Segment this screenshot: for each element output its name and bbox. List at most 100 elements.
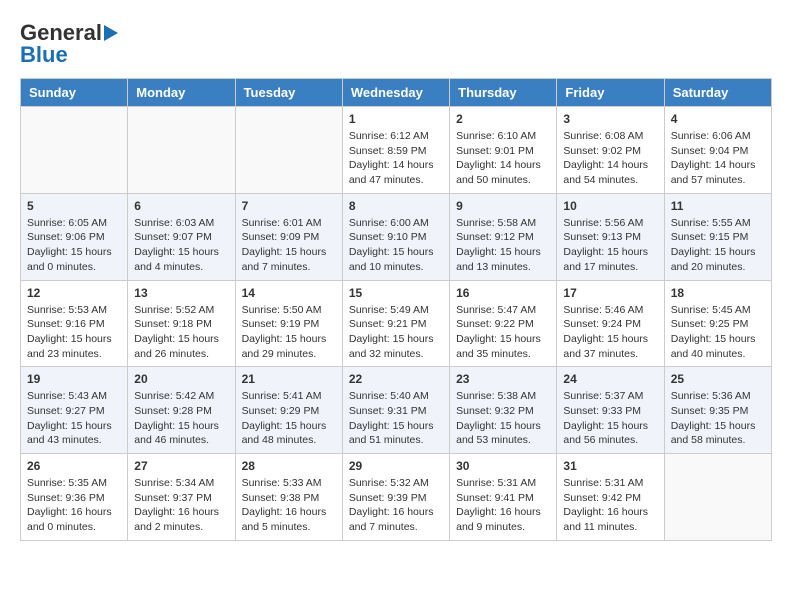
cell-info: Sunrise: 5:43 AM Sunset: 9:27 PM Dayligh… [27,389,121,448]
cell-day-number: 17 [563,286,657,300]
cell-info: Sunrise: 6:12 AM Sunset: 8:59 PM Dayligh… [349,129,443,188]
calendar-cell: 11 Sunrise: 5:55 AM Sunset: 9:15 PM Dayli… [664,193,771,280]
cell-day-number: 5 [27,199,121,213]
calendar-cell: 17 Sunrise: 5:46 AM Sunset: 9:24 PM Dayli… [557,280,664,367]
weekday-header: Thursday [450,79,557,107]
page-header: General Blue [20,20,772,68]
cell-info: Sunrise: 5:49 AM Sunset: 9:21 PM Dayligh… [349,303,443,362]
cell-info: Sunrise: 5:36 AM Sunset: 9:35 PM Dayligh… [671,389,765,448]
cell-day-number: 21 [242,372,336,386]
cell-day-number: 9 [456,199,550,213]
cell-day-number: 23 [456,372,550,386]
cell-info: Sunrise: 5:33 AM Sunset: 9:38 PM Dayligh… [242,476,336,535]
calendar-cell: 7 Sunrise: 6:01 AM Sunset: 9:09 PM Daylig… [235,193,342,280]
cell-day-number: 3 [563,112,657,126]
cell-info: Sunrise: 5:31 AM Sunset: 9:41 PM Dayligh… [456,476,550,535]
cell-day-number: 31 [563,459,657,473]
calendar-week-row: 19 Sunrise: 5:43 AM Sunset: 9:27 PM Dayli… [21,367,772,454]
cell-info: Sunrise: 6:05 AM Sunset: 9:06 PM Dayligh… [27,216,121,275]
cell-info: Sunrise: 5:41 AM Sunset: 9:29 PM Dayligh… [242,389,336,448]
calendar-cell [128,107,235,194]
cell-info: Sunrise: 5:34 AM Sunset: 9:37 PM Dayligh… [134,476,228,535]
cell-info: Sunrise: 6:10 AM Sunset: 9:01 PM Dayligh… [456,129,550,188]
cell-info: Sunrise: 5:31 AM Sunset: 9:42 PM Dayligh… [563,476,657,535]
calendar-cell: 15 Sunrise: 5:49 AM Sunset: 9:21 PM Dayli… [342,280,449,367]
logo-arrow-icon [104,25,118,41]
weekday-header: Monday [128,79,235,107]
calendar-week-row: 5 Sunrise: 6:05 AM Sunset: 9:06 PM Daylig… [21,193,772,280]
calendar-cell: 31 Sunrise: 5:31 AM Sunset: 9:42 PM Dayli… [557,454,664,541]
calendar-cell: 13 Sunrise: 5:52 AM Sunset: 9:18 PM Dayli… [128,280,235,367]
cell-info: Sunrise: 5:32 AM Sunset: 9:39 PM Dayligh… [349,476,443,535]
cell-day-number: 1 [349,112,443,126]
cell-info: Sunrise: 5:37 AM Sunset: 9:33 PM Dayligh… [563,389,657,448]
calendar-cell: 23 Sunrise: 5:38 AM Sunset: 9:32 PM Dayli… [450,367,557,454]
cell-day-number: 22 [349,372,443,386]
cell-info: Sunrise: 5:53 AM Sunset: 9:16 PM Dayligh… [27,303,121,362]
cell-day-number: 13 [134,286,228,300]
calendar-cell: 10Sunrise: 5:56 AM Sunset: 9:13 PM Dayli… [557,193,664,280]
calendar-cell: 4Sunrise: 6:06 AM Sunset: 9:04 PM Daylig… [664,107,771,194]
calendar-cell: 20 Sunrise: 5:42 AM Sunset: 9:28 PM Dayli… [128,367,235,454]
cell-day-number: 26 [27,459,121,473]
weekday-header: Saturday [664,79,771,107]
cell-day-number: 15 [349,286,443,300]
calendar-cell: 26 Sunrise: 5:35 AM Sunset: 9:36 PM Dayli… [21,454,128,541]
logo-blue: Blue [20,42,68,68]
calendar-cell: 6Sunrise: 6:03 AM Sunset: 9:07 PM Daylig… [128,193,235,280]
logo: General Blue [20,20,118,68]
cell-day-number: 19 [27,372,121,386]
cell-info: Sunrise: 6:00 AM Sunset: 9:10 PM Dayligh… [349,216,443,275]
cell-info: Sunrise: 5:35 AM Sunset: 9:36 PM Dayligh… [27,476,121,535]
calendar-cell: 28 Sunrise: 5:33 AM Sunset: 9:38 PM Dayli… [235,454,342,541]
cell-day-number: 8 [349,199,443,213]
cell-day-number: 2 [456,112,550,126]
calendar-cell: 30Sunrise: 5:31 AM Sunset: 9:41 PM Dayli… [450,454,557,541]
cell-info: Sunrise: 5:56 AM Sunset: 9:13 PM Dayligh… [563,216,657,275]
calendar-cell [235,107,342,194]
calendar-cell: 25 Sunrise: 5:36 AM Sunset: 9:35 PM Dayli… [664,367,771,454]
cell-info: Sunrise: 5:58 AM Sunset: 9:12 PM Dayligh… [456,216,550,275]
cell-day-number: 29 [349,459,443,473]
cell-day-number: 20 [134,372,228,386]
weekday-header: Wednesday [342,79,449,107]
calendar-table: SundayMondayTuesdayWednesdayThursdayFrid… [20,78,772,541]
weekday-header: Tuesday [235,79,342,107]
cell-day-number: 28 [242,459,336,473]
weekday-header: Sunday [21,79,128,107]
cell-day-number: 16 [456,286,550,300]
cell-day-number: 14 [242,286,336,300]
cell-info: Sunrise: 5:45 AM Sunset: 9:25 PM Dayligh… [671,303,765,362]
calendar-cell: 24 Sunrise: 5:37 AM Sunset: 9:33 PM Dayli… [557,367,664,454]
cell-info: Sunrise: 5:46 AM Sunset: 9:24 PM Dayligh… [563,303,657,362]
calendar-cell: 29 Sunrise: 5:32 AM Sunset: 9:39 PM Dayli… [342,454,449,541]
cell-day-number: 12 [27,286,121,300]
calendar-cell: 5 Sunrise: 6:05 AM Sunset: 9:06 PM Daylig… [21,193,128,280]
cell-info: Sunrise: 6:01 AM Sunset: 9:09 PM Dayligh… [242,216,336,275]
cell-info: Sunrise: 5:38 AM Sunset: 9:32 PM Dayligh… [456,389,550,448]
cell-info: Sunrise: 5:52 AM Sunset: 9:18 PM Dayligh… [134,303,228,362]
calendar-cell: 18 Sunrise: 5:45 AM Sunset: 9:25 PM Dayli… [664,280,771,367]
calendar-week-row: 1 Sunrise: 6:12 AM Sunset: 8:59 PM Daylig… [21,107,772,194]
calendar-cell: 8 Sunrise: 6:00 AM Sunset: 9:10 PM Daylig… [342,193,449,280]
cell-day-number: 4 [671,112,765,126]
calendar-header-row: SundayMondayTuesdayWednesdayThursdayFrid… [21,79,772,107]
calendar-cell [21,107,128,194]
calendar-cell: 3 Sunrise: 6:08 AM Sunset: 9:02 PM Daylig… [557,107,664,194]
calendar-cell: 21 Sunrise: 5:41 AM Sunset: 9:29 PM Dayli… [235,367,342,454]
cell-info: Sunrise: 5:42 AM Sunset: 9:28 PM Dayligh… [134,389,228,448]
cell-day-number: 7 [242,199,336,213]
calendar-week-row: 26 Sunrise: 5:35 AM Sunset: 9:36 PM Dayli… [21,454,772,541]
cell-info: Sunrise: 5:55 AM Sunset: 9:15 PM Dayligh… [671,216,765,275]
cell-day-number: 18 [671,286,765,300]
cell-day-number: 25 [671,372,765,386]
cell-day-number: 6 [134,199,228,213]
calendar-cell: 12 Sunrise: 5:53 AM Sunset: 9:16 PM Dayli… [21,280,128,367]
cell-day-number: 11 [671,199,765,213]
calendar-cell: 16Sunrise: 5:47 AM Sunset: 9:22 PM Dayli… [450,280,557,367]
calendar-cell: 1 Sunrise: 6:12 AM Sunset: 8:59 PM Daylig… [342,107,449,194]
calendar-cell [664,454,771,541]
cell-info: Sunrise: 6:08 AM Sunset: 9:02 PM Dayligh… [563,129,657,188]
cell-day-number: 24 [563,372,657,386]
cell-info: Sunrise: 5:50 AM Sunset: 9:19 PM Dayligh… [242,303,336,362]
